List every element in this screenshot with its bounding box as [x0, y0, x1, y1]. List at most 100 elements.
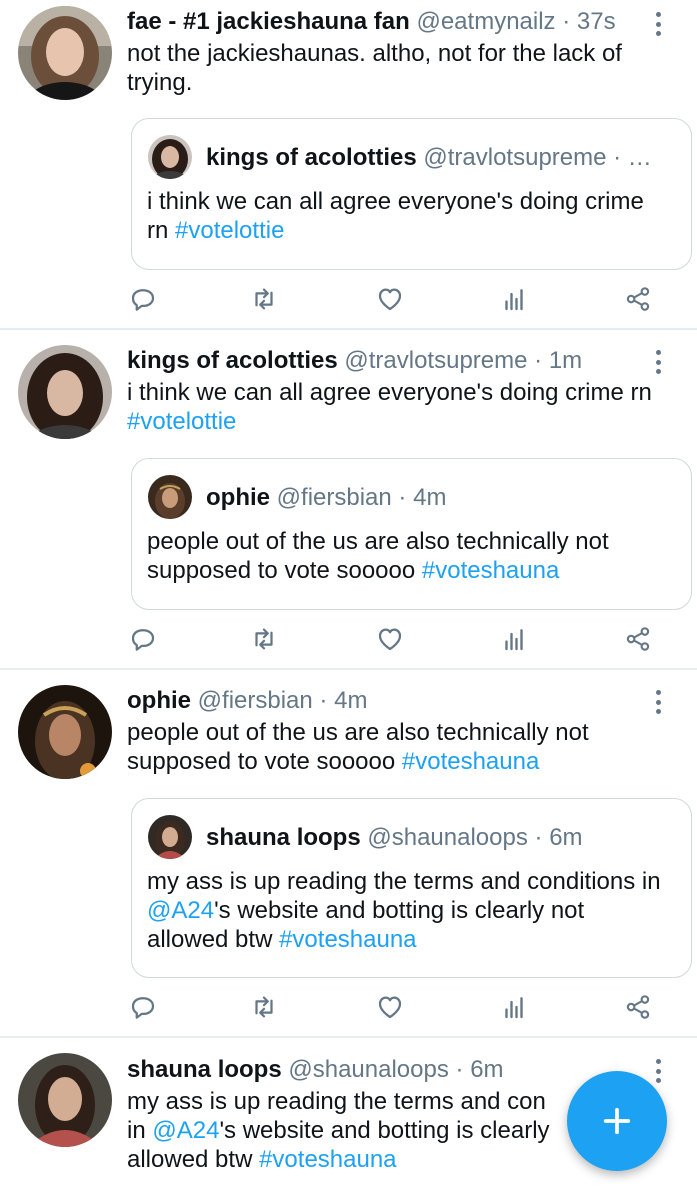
tweet-header: fae - #1 jackieshauna fan @eatmynailz · …: [127, 7, 647, 37]
avatar[interactable]: [18, 6, 112, 100]
avatar: [148, 815, 192, 859]
quoted-text: people out of the us are also technicall…: [147, 527, 671, 585]
separator: ·: [534, 347, 543, 374]
display-name[interactable]: fae - #1 jackieshauna fan: [127, 8, 410, 35]
display-name[interactable]: shauna loops: [127, 1056, 282, 1083]
tweet-actions: [0, 621, 697, 657]
share-button[interactable]: [620, 989, 656, 1025]
tweet-text-content: not the jackieshaunas. altho, not for th…: [127, 40, 622, 96]
handle[interactable]: @fiersbian: [198, 687, 313, 714]
display-name[interactable]: ophie: [127, 687, 191, 714]
share-icon: [626, 287, 650, 311]
share-button[interactable]: [620, 281, 656, 317]
display-name[interactable]: kings of acolotties: [127, 347, 338, 374]
avatar[interactable]: [18, 1053, 112, 1147]
separator: ·: [455, 1056, 464, 1083]
like-button[interactable]: [372, 281, 408, 317]
reply-icon: [131, 997, 155, 1019]
avatar[interactable]: [18, 685, 112, 779]
like-button[interactable]: [372, 989, 408, 1025]
reply-button[interactable]: [125, 621, 161, 657]
tweet-text-content: i think we can all agree everyone's doin…: [127, 379, 652, 406]
retweet-button[interactable]: [246, 989, 282, 1025]
retweet-button[interactable]: [246, 621, 282, 657]
tweet[interactable]: ophie @fiersbian · 4m people out of the …: [0, 670, 697, 1038]
compose-tweet-button[interactable]: [567, 1071, 667, 1171]
tweet-header: kings of acolotties @travlotsupreme · 1m: [127, 346, 647, 376]
handle[interactable]: @eatmynailz: [416, 8, 555, 35]
share-icon: [626, 995, 650, 1019]
tweet-actions: [0, 989, 697, 1025]
quoted-timestamp: · …: [613, 144, 652, 171]
timestamp[interactable]: 1m: [549, 347, 582, 374]
heart-icon: [378, 996, 402, 1019]
timestamp[interactable]: 6m: [470, 1056, 503, 1083]
reply-button[interactable]: [125, 281, 161, 317]
hashtag-link[interactable]: #votelottie: [127, 408, 236, 435]
hashtag-link[interactable]: #voteshauna: [279, 926, 416, 953]
hashtag-link[interactable]: #voteshauna: [402, 748, 539, 775]
tweet-text-content: 's website and botting is clearly: [219, 1117, 550, 1144]
separator: ·: [398, 484, 407, 511]
plus-icon: [603, 1107, 631, 1135]
quoted-timestamp: 4m: [413, 484, 447, 511]
reply-button[interactable]: [125, 989, 161, 1025]
more-options-icon[interactable]: [647, 1056, 669, 1086]
tweet-text: i think we can all agree everyone's doin…: [127, 378, 657, 436]
more-options-icon[interactable]: [647, 347, 669, 377]
tweet[interactable]: fae - #1 jackieshauna fan @eatmynailz · …: [0, 0, 697, 330]
analytics-icon: [505, 629, 523, 651]
like-button[interactable]: [372, 621, 408, 657]
tweet-text-content: in: [127, 1117, 153, 1144]
hashtag-link[interactable]: #voteshauna: [259, 1146, 396, 1173]
handle[interactable]: @travlotsupreme: [344, 347, 527, 374]
quoted-header: kings of acolotties @travlotsupreme · …: [206, 143, 677, 173]
quoted-text: i think we can all agree everyone's doin…: [147, 187, 671, 245]
quoted-text-content: my ass is up reading the terms and condi…: [147, 868, 661, 895]
hashtag-link[interactable]: #votelottie: [175, 217, 284, 244]
share-button[interactable]: [620, 621, 656, 657]
analytics-button[interactable]: [496, 281, 532, 317]
heart-icon: [378, 628, 402, 651]
quoted-text: my ass is up reading the terms and condi…: [147, 867, 671, 954]
analytics-button[interactable]: [496, 621, 532, 657]
mention-link[interactable]: @A24: [147, 897, 214, 924]
quoted-tweet[interactable]: kings of acolotties @travlotsupreme · … …: [131, 118, 692, 270]
avatar: [148, 135, 192, 179]
share-icon: [626, 627, 650, 651]
quoted-tweet[interactable]: ophie @fiersbian · 4m people out of the …: [131, 458, 692, 610]
quoted-tweet[interactable]: shauna loops @shaunaloops · 6m my ass is…: [131, 798, 692, 978]
separator: ·: [319, 687, 328, 714]
retweet-icon: [255, 628, 273, 650]
tweet-text: not the jackieshaunas. altho, not for th…: [127, 39, 657, 97]
separator: ·: [534, 824, 543, 851]
retweet-icon: [255, 996, 273, 1018]
mention-link[interactable]: @A24: [152, 1117, 219, 1144]
analytics-button[interactable]: [496, 989, 532, 1025]
avatar[interactable]: [18, 345, 112, 439]
tweet[interactable]: kings of acolotties @travlotsupreme · 1m…: [0, 330, 697, 670]
tweet-header: shauna loops @shaunaloops · 6m: [127, 1055, 647, 1085]
tweet-text-content: allowed btw: [127, 1146, 260, 1173]
analytics-icon: [505, 997, 523, 1019]
quoted-header: ophie @fiersbian · 4m: [206, 483, 677, 513]
separator: ·: [562, 8, 571, 35]
reply-icon: [131, 289, 155, 311]
more-options-icon[interactable]: [647, 687, 669, 717]
quoted-timestamp: 6m: [549, 824, 583, 851]
quoted-handle: @travlotsupreme: [423, 144, 607, 171]
handle[interactable]: @shaunaloops: [288, 1056, 448, 1083]
tweet-header: ophie @fiersbian · 4m: [127, 686, 647, 716]
quoted-display-name: shauna loops: [206, 824, 361, 851]
more-options-icon[interactable]: [647, 9, 669, 39]
timestamp[interactable]: 4m: [334, 687, 367, 714]
tweet-actions: [0, 281, 697, 317]
quoted-display-name: ophie: [206, 484, 270, 511]
retweet-button[interactable]: [246, 281, 282, 317]
timestamp[interactable]: 37s: [577, 8, 616, 35]
quoted-handle: @fiersbian: [276, 484, 392, 511]
hashtag-link[interactable]: #voteshauna: [422, 557, 559, 584]
tweet-text: people out of the us are also technicall…: [127, 718, 657, 776]
quoted-handle: @shaunaloops: [367, 824, 528, 851]
quoted-display-name: kings of acolotties: [206, 144, 417, 171]
